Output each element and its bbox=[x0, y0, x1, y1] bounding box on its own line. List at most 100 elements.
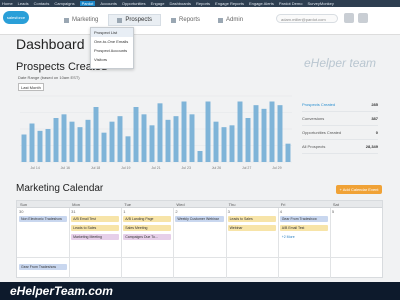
chart-bar[interactable] bbox=[109, 121, 115, 162]
stat-row: All Prospects 28,349 bbox=[302, 140, 378, 154]
calendar-event[interactable]: +2 More bbox=[279, 234, 328, 240]
chart-bar[interactable] bbox=[77, 127, 83, 162]
menu-item-visitors[interactable]: Visitors bbox=[91, 55, 133, 64]
prospects-icon bbox=[117, 17, 123, 23]
calendar-event[interactable]: A/B Email Test bbox=[71, 216, 120, 222]
calendar-day-tue: Tue bbox=[124, 202, 132, 207]
chart-bar[interactable] bbox=[205, 101, 211, 163]
topnav-item-campaigns[interactable]: Campaigns bbox=[54, 1, 74, 6]
calendar-event[interactable]: Gear From Tradeshow bbox=[19, 264, 68, 270]
calendar-date: 30 bbox=[19, 209, 24, 214]
settings-icon[interactable] bbox=[358, 13, 368, 23]
chart-bar[interactable] bbox=[125, 136, 131, 162]
topnav-item-dashboards[interactable]: Dashboards bbox=[169, 1, 191, 6]
calendar-column-divider bbox=[69, 208, 71, 278]
chart-bar[interactable] bbox=[245, 118, 251, 162]
chart-bar[interactable] bbox=[101, 132, 107, 162]
chart-bar[interactable] bbox=[285, 143, 291, 162]
calendar-event[interactable]: Gear From Tradeshow bbox=[279, 216, 328, 222]
chart-bar[interactable] bbox=[277, 105, 283, 162]
topnav-item-contacts[interactable]: Contacts bbox=[34, 1, 50, 6]
chart-bar[interactable] bbox=[93, 107, 99, 162]
chart-bar[interactable] bbox=[21, 134, 27, 163]
chart-bar[interactable] bbox=[189, 114, 195, 162]
chart-bar[interactable] bbox=[53, 118, 59, 162]
tab-admin[interactable]: Admin bbox=[210, 14, 251, 26]
tab-reports[interactable]: Reports bbox=[163, 14, 208, 26]
chart-bar[interactable] bbox=[29, 123, 35, 163]
chart-bar[interactable] bbox=[229, 125, 235, 162]
stat-value: 387 bbox=[371, 116, 378, 121]
menu-item-one-to-one-emails[interactable]: One-to-One Emails bbox=[91, 37, 133, 46]
salesforce-logo[interactable]: salesforce bbox=[3, 11, 29, 24]
topnav-item-opportunities[interactable]: Opportunities bbox=[122, 1, 146, 6]
calendar-event[interactable]: Weekly Customer Webinar bbox=[175, 216, 224, 222]
chart-bar[interactable] bbox=[61, 114, 67, 162]
topnav-item-engage-reports[interactable]: Engage Reports bbox=[215, 1, 244, 6]
chart-bar[interactable] bbox=[69, 121, 75, 162]
calendar-day-sat: Sat bbox=[332, 202, 339, 207]
chart-bar[interactable] bbox=[221, 127, 227, 162]
chart-bar[interactable] bbox=[157, 103, 163, 162]
chart-bar[interactable] bbox=[165, 119, 171, 162]
tab-label: Prospects bbox=[125, 17, 153, 23]
calendar-date: 4 bbox=[279, 209, 282, 214]
watermark: eHelper team bbox=[304, 56, 377, 70]
chart-bar[interactable] bbox=[261, 108, 267, 162]
logo-text: salesforce bbox=[6, 15, 26, 20]
topnav-item-pardot[interactable]: Pardot bbox=[79, 1, 96, 6]
topnav-item-leads[interactable]: Leads bbox=[18, 1, 29, 6]
topnav-item-home[interactable]: Home bbox=[2, 1, 13, 6]
footer-brand: eHelperTeam.com bbox=[10, 284, 113, 298]
topnav-item-pardot-demo[interactable]: Pardot Demo bbox=[279, 1, 303, 6]
menu-item-prospect-list[interactable]: Prospect List bbox=[91, 28, 133, 37]
x-tick-label: Jul 23 bbox=[182, 166, 191, 170]
chart-bar[interactable] bbox=[253, 105, 259, 162]
calendar-event[interactable]: Webinar bbox=[227, 225, 276, 231]
chart-bar[interactable] bbox=[173, 116, 179, 162]
calendar-event[interactable]: Campaigns Due To... bbox=[123, 234, 172, 240]
topnav-item-engage-alerts[interactable]: Engage Alerts bbox=[249, 1, 274, 6]
chart-bar[interactable] bbox=[117, 116, 123, 162]
stat-label: All Prospects bbox=[302, 144, 326, 149]
calendar-event[interactable]: Leads to Sales bbox=[227, 216, 276, 222]
tab-label: Reports bbox=[179, 17, 201, 23]
calendar-event[interactable]: A/B Email Test bbox=[279, 225, 328, 231]
calendar-column-divider bbox=[173, 208, 175, 278]
calendar-event[interactable]: Sales Meeting bbox=[123, 225, 172, 231]
topnav-item-engage[interactable]: Engage bbox=[151, 1, 165, 6]
calendar-column-divider bbox=[121, 208, 123, 278]
stats-panel: Prospects Created 285 Conversions 387 Opport… bbox=[302, 98, 378, 154]
x-tick-label: Jul 14 bbox=[30, 166, 39, 170]
user-menu[interactable]: adam.miller@pardot.com bbox=[276, 14, 338, 23]
chart-bar[interactable] bbox=[37, 130, 43, 162]
chart-bar[interactable] bbox=[197, 151, 203, 162]
calendar-event[interactable]: Leads to Sales bbox=[71, 225, 120, 231]
tab-marketing[interactable]: Marketing bbox=[56, 14, 106, 26]
tab-prospects[interactable]: Prospects bbox=[108, 14, 162, 26]
prospects-dropdown-menu: Prospect List One-to-One Emails Prospect A… bbox=[90, 27, 134, 69]
admin-icon bbox=[218, 17, 224, 23]
prospects-chart: Jul 14 Jul 16 Jul 18 Jul 19 Jul 21 Jul 23 Jul … bbox=[14, 92, 296, 172]
topnav-item-accounts[interactable]: Accounts bbox=[100, 1, 116, 6]
help-icon[interactable] bbox=[344, 13, 354, 23]
topnav-item-reports[interactable]: Reports bbox=[196, 1, 210, 6]
add-calendar-event-button[interactable]: + Add Calendar Event bbox=[336, 185, 382, 194]
calendar-date: 5 bbox=[331, 209, 335, 214]
chart-bar[interactable] bbox=[133, 107, 139, 162]
chart-bar[interactable] bbox=[237, 101, 243, 163]
date-range-select[interactable]: Last Month bbox=[18, 83, 44, 91]
calendar-event[interactable]: A/B Landing Page bbox=[123, 216, 172, 222]
chart-bar[interactable] bbox=[149, 125, 155, 162]
chart-bar[interactable] bbox=[213, 121, 219, 162]
calendar-event[interactable]: Marketing Meeting bbox=[71, 234, 120, 240]
chart-bar[interactable] bbox=[181, 101, 187, 163]
calendar-event[interactable]: Non Electronic Tradeshow bbox=[19, 216, 68, 222]
calendar-column-divider bbox=[225, 208, 227, 278]
chart-bar[interactable] bbox=[269, 101, 275, 163]
chart-bar[interactable] bbox=[141, 114, 147, 162]
topnav-item-surveymonkey[interactable]: SurveyMonkey bbox=[307, 1, 333, 6]
chart-bar[interactable] bbox=[85, 119, 91, 162]
chart-bar[interactable] bbox=[45, 129, 51, 162]
menu-item-prospect-accounts[interactable]: Prospect Accounts bbox=[91, 46, 133, 55]
